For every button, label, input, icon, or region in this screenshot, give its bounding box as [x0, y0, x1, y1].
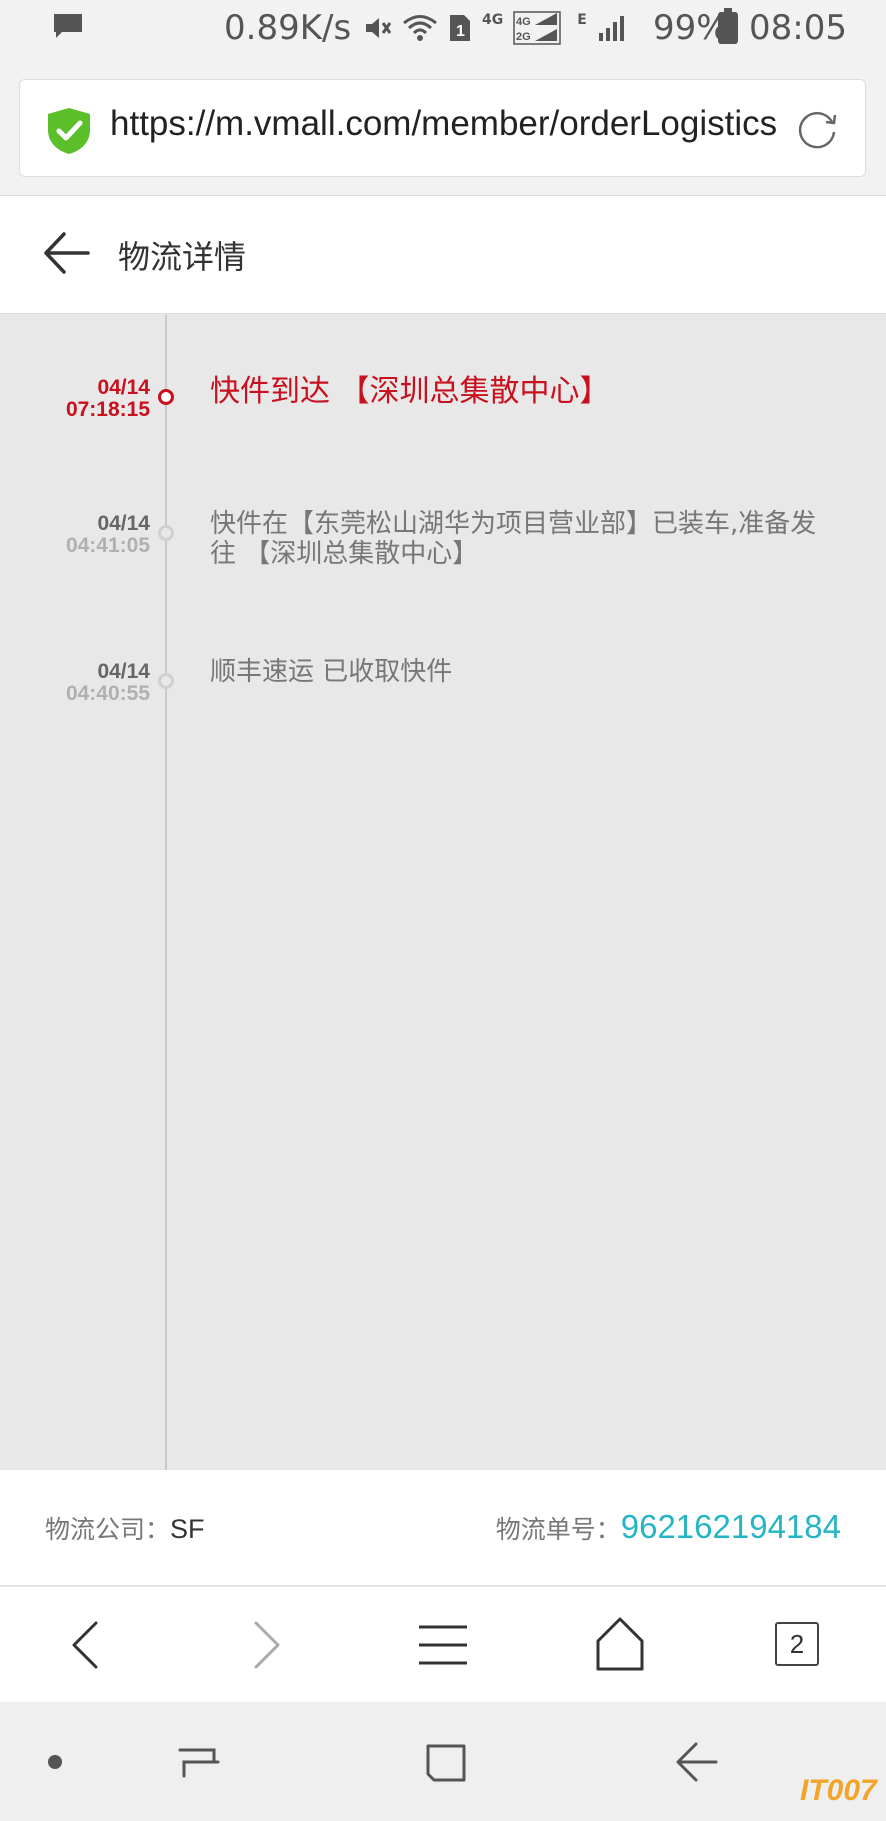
secure-shield-icon [48, 108, 90, 154]
timeline-date: 04/14 [97, 660, 150, 683]
browser-toolbar: 2 [0, 1587, 886, 1702]
clock: 08:05 [749, 8, 847, 48]
network-speed: 0.89K/s [224, 8, 352, 48]
battery-icon [718, 8, 738, 44]
network-e: E [577, 12, 587, 28]
nav-dot-icon[interactable] [48, 1755, 62, 1769]
status-icons: 1 4G 4G 2G E [362, 10, 627, 46]
tracking-number: 物流单号：962162194184 [496, 1508, 841, 1546]
home-square-icon[interactable] [422, 1738, 472, 1788]
signal-icon [598, 16, 624, 41]
timeline-time: 04:41:05 [65, 534, 150, 557]
menu-icon[interactable] [413, 1615, 473, 1675]
status-bar: 0.89K/s 1 4G 4G 2G E 99% 08:05 [0, 0, 886, 58]
sim-icon: 1 [450, 15, 470, 41]
browser-forward-icon[interactable] [236, 1615, 296, 1675]
svg-text:2G: 2G [516, 31, 531, 43]
wifi-icon [403, 15, 437, 41]
timeline-dot [158, 525, 174, 541]
timeline-text: 快件在【东莞松山湖华为项目营业部】已装车,准备发往 【深圳总集散中心】 [210, 509, 817, 569]
address-bar-container: https://m.vmall.com/member/orderLogistic… [0, 58, 886, 196]
message-icon [54, 14, 82, 38]
timeline-time: 07:18:15 [65, 398, 150, 421]
logistics-info-bar: 物流公司：SF 物流单号：962162194184 [0, 1470, 886, 1586]
reload-icon[interactable] [794, 106, 840, 152]
company-label: 物流公司： [45, 1515, 171, 1544]
browser-back-icon[interactable] [56, 1615, 116, 1675]
sim-number: 1 [456, 23, 465, 40]
tracking-label: 物流单号： [495, 1515, 621, 1544]
page-title: 物流详情 [118, 238, 247, 276]
address-bar[interactable]: https://m.vmall.com/member/orderLogistic… [19, 79, 866, 177]
timeline-date: 04/14 [97, 376, 150, 399]
page-header: 物流详情 [0, 196, 886, 314]
company-value: SF [170, 1514, 205, 1544]
timeline-text: 快件到达 【深圳总集散中心】 [210, 374, 610, 409]
timeline-text: 顺丰速运 已收取快件 [210, 657, 453, 687]
back-arrow-icon[interactable] [42, 228, 92, 278]
recent-apps-icon[interactable] [174, 1738, 224, 1788]
home-icon[interactable] [590, 1615, 650, 1675]
timeline-datetime: 04/14 04:41:05 [66, 513, 150, 557]
watermark-logo: IT007 [800, 1774, 877, 1807]
timeline-line [165, 315, 167, 1470]
timeline-dot [158, 673, 174, 689]
tracking-value[interactable]: 962162194184 [621, 1508, 841, 1545]
mute-icon [366, 18, 392, 38]
tabs-button[interactable]: 2 [775, 1622, 819, 1666]
logistics-company: 物流公司：SF [45, 1510, 205, 1546]
system-nav-bar: IT007 [0, 1702, 886, 1821]
timeline-datetime: 04/14 04:40:55 [66, 661, 150, 705]
network-4g: 4G [482, 12, 504, 28]
timeline-datetime: 04/14 07:18:15 [66, 377, 150, 421]
timeline-dot [158, 389, 174, 405]
svg-text:4G: 4G [516, 16, 531, 28]
system-back-icon[interactable] [672, 1738, 722, 1788]
url-text[interactable]: https://m.vmall.com/member/orderLogistic… [110, 104, 800, 144]
timeline-date: 04/14 [97, 512, 150, 535]
logistics-timeline: 04/14 07:18:15 快件到达 【深圳总集散中心】 04/14 04:4… [0, 315, 886, 1470]
signal-icon: 4G 2G [513, 11, 561, 45]
timeline-time: 04:40:55 [65, 682, 150, 705]
